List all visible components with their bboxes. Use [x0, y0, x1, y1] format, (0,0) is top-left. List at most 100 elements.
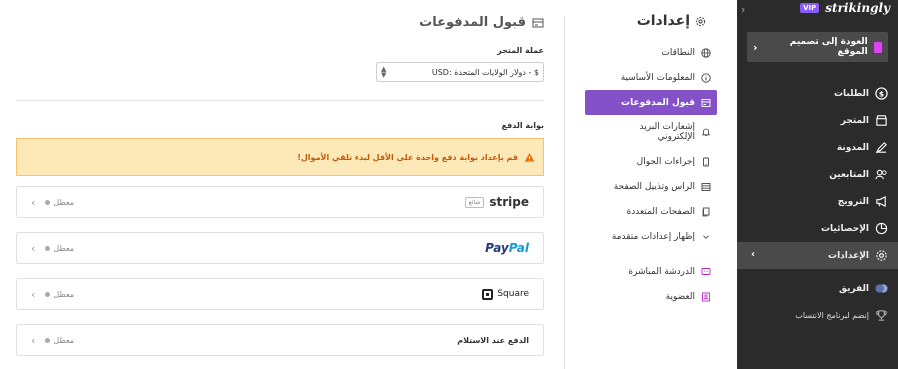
chevron-left-icon: ‹: [31, 241, 36, 255]
dollar-icon: $: [875, 87, 888, 100]
settings-item-mobile-actions[interactable]: إجراءات الجوال: [585, 149, 717, 174]
membership-icon: [702, 292, 710, 301]
chevron-left-icon: ‹: [753, 40, 758, 54]
globe-icon: [701, 47, 711, 58]
gateway-status-group: ‹ معطل: [31, 334, 74, 347]
vip-badge: VIP: [800, 3, 820, 13]
settings-item-multiple-pages[interactable]: الصفحات المتعددة: [585, 199, 717, 224]
chevron-right-icon: ›: [751, 249, 756, 260]
dark-sidebar: › VIP strikingly العودة إلى تصميم الموقع…: [737, 0, 898, 369]
info-icon: [701, 72, 711, 83]
sidebar-nav: $ الطلبات المتجر المدونة المتابعين الترو…: [737, 80, 898, 329]
sidebar-item-affiliate[interactable]: إنضم لبرنامج الانتساب: [737, 302, 898, 329]
gateway-paypal[interactable]: ‹ معطل PayPal: [16, 232, 544, 264]
sidebar-item-label: الفريق: [838, 283, 869, 294]
sidebar-item-settings[interactable]: الإعدادات ›: [737, 242, 898, 269]
cash-on-delivery-label: الدفع عند الاستلام: [457, 335, 529, 345]
settings-item-label: إشعارات البريد الإلكتروني: [639, 122, 695, 142]
status-text: معطل: [53, 289, 75, 299]
warning-text: قم بإعداد بوابة دفع واحدة على الأقل لبدء…: [297, 152, 518, 162]
status-text: معطل: [53, 197, 75, 207]
page-title: قبول المدفوعات: [419, 15, 544, 30]
settings-item-domains[interactable]: النطاقات: [585, 40, 717, 65]
gateway-status-group: ‹ معطل: [31, 288, 74, 301]
settings-item-advanced-toggle[interactable]: إظهار إعدادات متقدمة: [585, 224, 717, 249]
section-divider: [16, 100, 544, 101]
megaphone-icon: [876, 195, 886, 208]
svg-text:$: $: [879, 89, 884, 98]
pen-icon: [875, 142, 887, 154]
status-text: معطل: [53, 335, 75, 345]
chevron-left-icon: ‹: [31, 333, 36, 347]
gateway-status-group: ‹ معطل: [31, 196, 74, 209]
settings-item-label: إظهار إعدادات متقدمة: [611, 231, 695, 242]
back-to-editor-button[interactable]: العودة إلى تصميم الموقع ‹: [747, 32, 888, 62]
sidebar-item-label: الترويج: [837, 196, 869, 207]
settings-item-label: قبول المدفوعات: [621, 97, 695, 108]
gear-icon: [876, 250, 887, 261]
bell-icon: [701, 128, 711, 136]
payment-icon: [701, 98, 711, 107]
sidebar-item-label: إنضم لبرنامج الانتساب: [795, 311, 869, 320]
settings-item-email-notifications[interactable]: إشعارات البريد الإلكتروني: [585, 115, 717, 149]
sidebar-item-team[interactable]: الفريق: [737, 275, 898, 302]
collapse-sidebar-icon[interactable]: ›: [741, 3, 745, 16]
sidebar-item-label: المتجر: [840, 115, 869, 126]
users-icon: [875, 169, 887, 180]
status-text: معطل: [53, 243, 75, 253]
chevron-left-icon: ‹: [31, 287, 36, 301]
sidebar-item-label: الإحصائيات: [821, 223, 869, 234]
settings-heading: إعدادات: [637, 13, 706, 29]
trophy-icon: [876, 310, 887, 321]
sidebar-item-label: المتابعين: [829, 169, 869, 180]
status-dot: [45, 337, 51, 343]
page-icon: [873, 41, 882, 53]
chat-icon: [701, 267, 711, 275]
sidebar-item-label: الطلبات: [833, 88, 869, 99]
paypal-logo: PayPal: [485, 241, 529, 255]
warning-banner: قم بإعداد بوابة دفع واحدة على الأقل لبدء…: [16, 138, 544, 176]
sidebar-item-label: المدونة: [836, 142, 869, 153]
column-divider: [564, 16, 565, 369]
settings-item-live-chat[interactable]: الدردشة المباشرة: [585, 259, 717, 284]
currency-value: USD: دولار الولايات المتحدة - $: [431, 67, 539, 77]
brand-logo: strikingly: [825, 1, 890, 15]
team-icon: [875, 284, 888, 293]
settings-item-basic-info[interactable]: المعلومات الأساسية: [585, 65, 717, 90]
currency-select[interactable]: ▲ ▼ USD: دولار الولايات المتحدة - $: [376, 62, 544, 82]
settings-item-label: النطاقات: [661, 47, 695, 58]
settings-item-payments[interactable]: قبول المدفوعات: [585, 90, 717, 115]
warning-icon: [524, 152, 535, 162]
popular-tag: شائع: [464, 196, 485, 208]
settings-item-label: الراس وتذييل الصفحة: [613, 181, 695, 192]
currency-label: عملة المتجر: [497, 46, 544, 55]
mobile-icon: [703, 157, 709, 166]
gateway-square[interactable]: ‹ معطل Square: [16, 278, 544, 310]
gateway-stripe[interactable]: ‹ معطل شائع stripe: [16, 186, 544, 218]
gateway-status-group: ‹ معطل: [31, 242, 74, 255]
settings-menu: النطاقات المعلومات الأساسية قبول المدفوع…: [585, 40, 717, 309]
sidebar-item-label: الإعدادات: [828, 250, 869, 261]
gateway-cash-on-delivery[interactable]: ‹ معطل الدفع عند الاستلام: [16, 324, 544, 356]
store-icon: [876, 115, 887, 126]
settings-item-label: الصفحات المتعددة: [626, 206, 695, 217]
settings-item-label: الدردشة المباشرة: [628, 266, 695, 277]
settings-item-membership[interactable]: العضوية: [585, 284, 717, 309]
pie-chart-icon: [875, 222, 888, 235]
gear-icon: [695, 16, 706, 26]
status-dot: [45, 291, 51, 297]
chevron-down-icon: [703, 234, 709, 239]
status-dot: [45, 199, 51, 205]
sidebar-item-promote[interactable]: الترويج: [737, 188, 898, 215]
sidebar-item-followers[interactable]: المتابعين: [737, 161, 898, 188]
sidebar-item-orders[interactable]: $ الطلبات: [737, 80, 898, 107]
sidebar-item-store[interactable]: المتجر: [737, 107, 898, 134]
header-icon: [701, 182, 711, 191]
stripe-logo: stripe: [489, 195, 529, 209]
page-title-text: قبول المدفوعات: [419, 15, 526, 30]
menu-spacer: [585, 249, 717, 259]
settings-item-header-footer[interactable]: الراس وتذييل الصفحة: [585, 174, 717, 199]
sidebar-item-blog[interactable]: المدونة: [737, 134, 898, 161]
settings-item-label: إجراءات الجوال: [636, 156, 695, 167]
sidebar-item-stats[interactable]: الإحصائيات: [737, 215, 898, 242]
